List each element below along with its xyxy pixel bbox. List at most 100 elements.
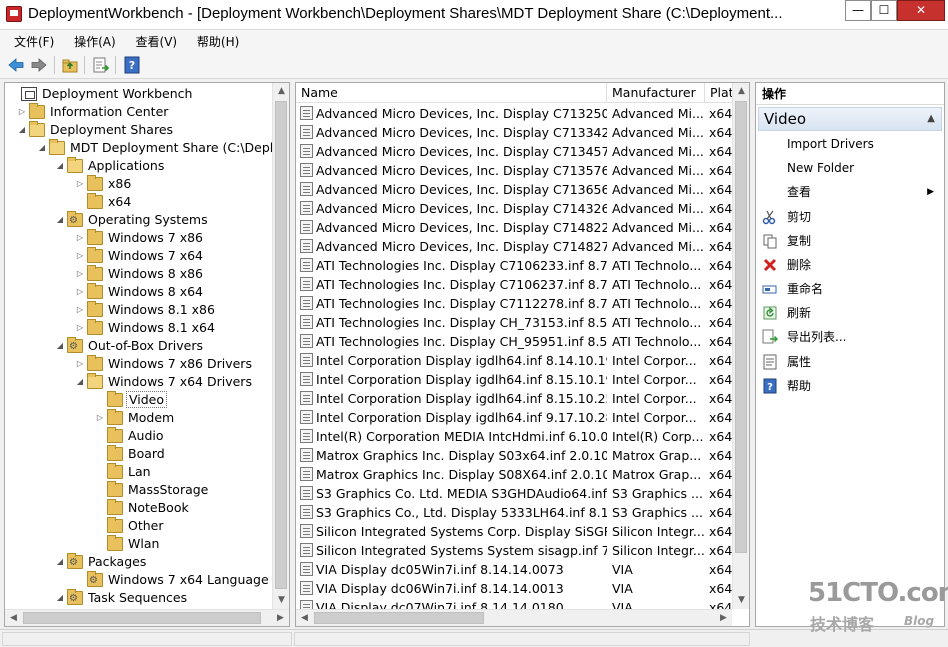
list-item[interactable]: VIA Display dc05Win7i.inf 8.14.14.0073 VI… xyxy=(296,560,734,579)
tree-horizontal-scrollbar[interactable]: ◀ ▶ xyxy=(5,609,289,626)
collapse-arrow-icon[interactable]: ◢ xyxy=(37,139,47,157)
scroll-up-arrow-icon[interactable]: ▲ xyxy=(273,83,289,100)
menu-action[interactable]: 操作(A) xyxy=(66,30,124,52)
tree-node[interactable]: ▷ Windows 8.1 x64 xyxy=(75,319,217,337)
tree-node[interactable]: ▷ Information Center xyxy=(17,103,170,121)
tree-hscroll-thumb[interactable] xyxy=(23,612,261,624)
action-item[interactable]: 查看 ▶ xyxy=(756,181,942,203)
collapse-arrow-icon[interactable]: ◢ xyxy=(55,157,65,175)
list-item[interactable]: Matrox Graphics Inc. Display S08X64.inf … xyxy=(296,465,734,484)
action-item[interactable]: ? 帮助 xyxy=(756,375,942,397)
tree-node[interactable]: Other xyxy=(95,517,166,535)
actions-group-video[interactable]: Video ▲ xyxy=(758,107,942,131)
expand-arrow-icon[interactable]: ▷ xyxy=(75,247,85,265)
action-item[interactable]: 导出列表... xyxy=(756,326,942,348)
list-item[interactable]: Advanced Micro Devices, Inc. Display C71… xyxy=(296,161,734,180)
up-folder-icon[interactable] xyxy=(61,56,79,74)
column-header-name[interactable]: Name xyxy=(296,83,607,103)
list-hscroll-thumb[interactable] xyxy=(314,612,484,624)
action-item[interactable]: 刷新 xyxy=(756,302,942,324)
expand-arrow-icon[interactable]: ▷ xyxy=(75,319,85,337)
tree-node[interactable]: ▷ Windows 8 x86 xyxy=(75,265,205,283)
tree-node[interactable]: Wlan xyxy=(95,535,161,553)
expand-arrow-icon[interactable]: ▷ xyxy=(75,283,85,301)
tree-scroll-thumb[interactable] xyxy=(275,101,287,589)
scroll-left-arrow-icon[interactable]: ◀ xyxy=(5,610,22,626)
tree-node[interactable]: ▷ Modem xyxy=(95,409,176,427)
list-horizontal-scrollbar[interactable]: ◀ ▶ xyxy=(296,609,732,626)
tree-node[interactable]: ◢ Operating Systems xyxy=(55,211,210,230)
tree-node[interactable]: ◢ Packages xyxy=(55,553,148,572)
list-item[interactable]: Silicon Integrated Systems System sisagp… xyxy=(296,541,734,560)
tree-vertical-scrollbar[interactable]: ▲ ▼ xyxy=(272,83,289,609)
list-item[interactable]: Advanced Micro Devices, Inc. Display C71… xyxy=(296,142,734,161)
back-icon[interactable] xyxy=(7,56,25,74)
collapse-arrow-icon[interactable]: ◢ xyxy=(75,373,85,391)
list-item[interactable]: Advanced Micro Devices, Inc. Display C71… xyxy=(296,218,734,237)
tree-node[interactable]: ◢ Out-of-Box Drivers xyxy=(55,337,205,356)
list-item[interactable]: S3 Graphics Co. Ltd. MEDIA S3GHDAudio64.… xyxy=(296,484,734,503)
tree-node[interactable]: Board xyxy=(95,445,167,463)
tree-node[interactable]: NoteBook xyxy=(95,499,191,517)
scroll-right-arrow-icon[interactable]: ▶ xyxy=(272,610,289,626)
tree-node[interactable]: ▷ Windows 7 x64 xyxy=(75,247,205,265)
list-item[interactable]: Intel Corporation Display igdlh64.inf 9.… xyxy=(296,408,734,427)
list-item[interactable]: Intel Corporation Display igdlh64.inf 8.… xyxy=(296,370,734,389)
list-item[interactable]: Silicon Integrated Systems Corp. Display… xyxy=(296,522,734,541)
tree-node[interactable]: Windows 7 x64 Language Pa xyxy=(75,571,289,590)
tree-node[interactable]: x64 xyxy=(75,193,133,211)
expand-arrow-icon[interactable]: ▷ xyxy=(75,265,85,283)
list-item[interactable]: Advanced Micro Devices, Inc. Display C71… xyxy=(296,123,734,142)
tree-node[interactable]: ◢ Deployment Shares xyxy=(17,121,175,139)
list-item[interactable]: ATI Technologies Inc. Display CH_95951.i… xyxy=(296,332,734,351)
tree-node[interactable]: ◢ MDT Deployment Share (C:\Deploy xyxy=(37,139,289,157)
tree-node[interactable]: ▷ Windows 7 x86 Drivers xyxy=(75,355,254,373)
list-item[interactable]: ATI Technologies Inc. Display C7106237.i… xyxy=(296,275,734,294)
navigation-tree[interactable]: Deployment Workbench ▷ Information Center ◢… xyxy=(4,82,290,627)
drivers-list[interactable]: Name Manufacturer Platf Advanced Micro D… xyxy=(295,82,750,627)
collapse-arrow-icon[interactable]: ◢ xyxy=(55,589,65,607)
expand-arrow-icon[interactable]: ▷ xyxy=(95,409,105,427)
expand-arrow-icon[interactable]: ▷ xyxy=(75,301,85,319)
expand-arrow-icon[interactable]: ▷ xyxy=(75,355,85,373)
expand-arrow-icon[interactable]: ▷ xyxy=(75,229,85,247)
expand-arrow-icon[interactable]: ▷ xyxy=(75,175,85,193)
column-header-platform[interactable]: Platf xyxy=(705,83,734,103)
help-icon[interactable]: ? xyxy=(123,56,141,74)
scroll-right-arrow-icon[interactable]: ▶ xyxy=(715,610,732,626)
list-item[interactable]: Intel(R) Corporation MEDIA IntcHdmi.inf … xyxy=(296,427,734,446)
tree-node[interactable]: Deployment Workbench xyxy=(9,85,194,103)
menu-help[interactable]: 帮助(H) xyxy=(189,30,247,52)
tree-node[interactable]: Video xyxy=(95,391,168,409)
collapse-arrow-icon[interactable]: ◢ xyxy=(17,121,27,139)
forward-icon[interactable] xyxy=(30,56,48,74)
collapse-arrow-icon[interactable]: ◢ xyxy=(55,553,65,571)
minimize-button[interactable]: — xyxy=(845,0,871,21)
tree-node[interactable]: ▷ x86 xyxy=(75,175,133,193)
list-item[interactable]: Advanced Micro Devices, Inc. Display C71… xyxy=(296,199,734,218)
list-item[interactable]: VIA Display dc06Win7i.inf 8.14.14.0013 VI… xyxy=(296,579,734,598)
list-item[interactable]: ATI Technologies Inc. Display CH_73153.i… xyxy=(296,313,734,332)
collapse-arrow-icon[interactable]: ◢ xyxy=(55,337,65,355)
tree-node[interactable]: MassStorage xyxy=(95,481,210,499)
action-item[interactable]: New Folder xyxy=(756,157,942,179)
scroll-left-arrow-icon[interactable]: ◀ xyxy=(296,610,313,626)
list-item[interactable]: Intel Corporation Display igdlh64.inf 8.… xyxy=(296,389,734,408)
collapse-caret-icon[interactable]: ▲ xyxy=(927,108,935,130)
list-item[interactable]: Advanced Micro Devices, Inc. Display C71… xyxy=(296,180,734,199)
tree-node[interactable]: ◢ Windows 7 x64 Drivers xyxy=(75,373,254,391)
list-item[interactable]: Advanced Micro Devices, Inc. Display C71… xyxy=(296,237,734,256)
action-item[interactable]: 删除 xyxy=(756,254,942,276)
tree-node[interactable]: ▷ Windows 8 x64 xyxy=(75,283,205,301)
action-item[interactable]: Import Drivers xyxy=(756,133,942,155)
list-item[interactable]: S3 Graphics Co., Ltd. Display 5333LH64.i… xyxy=(296,503,734,522)
list-item[interactable]: ATI Technologies Inc. Display C7106233.i… xyxy=(296,256,734,275)
list-item[interactable]: Advanced Micro Devices, Inc. Display C71… xyxy=(296,104,734,123)
menu-file[interactable]: 文件(F) xyxy=(6,30,62,52)
menu-view[interactable]: 查看(V) xyxy=(128,30,186,52)
expand-arrow-icon[interactable]: ▷ xyxy=(17,103,27,121)
scroll-down-arrow-icon[interactable]: ▼ xyxy=(273,592,289,609)
list-scroll-thumb[interactable] xyxy=(735,101,747,553)
list-item[interactable]: Matrox Graphics Inc. Display S03x64.inf … xyxy=(296,446,734,465)
action-item[interactable]: 属性 xyxy=(756,351,942,373)
